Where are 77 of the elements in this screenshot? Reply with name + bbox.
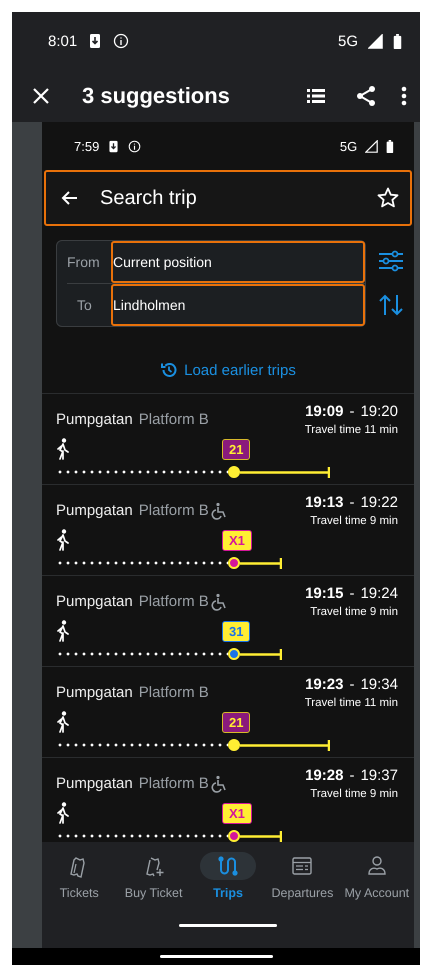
status-time: 7:59 — [74, 138, 100, 154]
travel-time: Travel time 11 min — [304, 697, 398, 709]
walking-icon — [56, 438, 70, 460]
arrival-time: 19:20 — [360, 403, 398, 420]
walking-icon — [56, 711, 70, 733]
share-icon — [354, 84, 378, 108]
nav-tab[interactable]: Buy Ticket — [116, 852, 191, 900]
walking-icon — [56, 620, 70, 642]
departure-time: 19:09 — [305, 403, 344, 420]
walking-icon — [56, 802, 70, 824]
battery-icon — [393, 34, 402, 48]
network-label: 5G — [340, 138, 358, 154]
travel-time: Travel time 9 min — [310, 606, 398, 618]
screen-title: 3 suggestions — [82, 83, 231, 109]
history-icon — [160, 361, 178, 379]
ride-line — [240, 648, 282, 660]
arrival-time: 19:34 — [360, 676, 398, 693]
line-badge: 31 — [222, 620, 250, 642]
trip-row[interactable]: Pumpgatan Platform B 19:23 - 19:34 Travel time 11 min 21 — [42, 667, 414, 758]
route-icon — [216, 854, 240, 878]
nav-tab[interactable]: My Account — [340, 852, 414, 900]
time-separator: - — [349, 767, 354, 784]
status-time: 8:01 — [48, 32, 78, 50]
ride-line — [240, 558, 282, 568]
platform-label: Platform B — [138, 775, 209, 792]
download-icon — [107, 140, 120, 152]
stop-name: Pumpgatan — [56, 775, 133, 792]
travel-time: Travel time 9 min — [310, 515, 398, 527]
time-separator: - — [349, 494, 354, 511]
battery-icon — [386, 140, 394, 152]
more-icon — [401, 85, 407, 107]
trip-row[interactable]: Pumpgatan Platform B 19:13 - 19:22 Travel time 9 min X1 — [42, 485, 414, 576]
stop-name: Pumpgatan — [56, 684, 133, 701]
trip-row[interactable]: Pumpgatan Platform B 19:09 - 19:20 Travel time 11 min 21 — [42, 394, 414, 485]
info-icon — [113, 33, 130, 49]
to-label: To — [76, 297, 93, 313]
platform-label: Platform B — [138, 593, 209, 610]
time-separator: - — [349, 676, 354, 693]
from-field[interactable]: Current position — [111, 241, 365, 283]
to-field[interactable]: Lindholmen — [111, 284, 365, 326]
line-badge: X1 — [222, 802, 252, 824]
signal-icon — [368, 34, 383, 48]
arrival-time: 19:22 — [360, 494, 398, 511]
ride-line — [240, 830, 282, 842]
arrival-time: 19:24 — [360, 585, 398, 602]
stop-name: Pumpgatan — [56, 502, 133, 519]
time-separator: - — [349, 585, 354, 602]
platform-label: Platform B — [138, 502, 209, 519]
from-label: From — [66, 254, 101, 270]
nav-tab[interactable]: Departures — [265, 852, 340, 900]
travel-time: Travel time 11 min — [304, 424, 398, 436]
info-icon — [128, 140, 142, 152]
nav-tab[interactable]: Trips — [190, 852, 266, 900]
platform-label: Platform B — [138, 684, 209, 701]
stop-name: Pumpgatan — [56, 593, 133, 610]
departure-time: 19:28 — [305, 767, 344, 784]
travel-time: Travel time 9 min — [310, 788, 398, 800]
arrival-time: 19:37 — [360, 767, 398, 784]
departure-time: 19:13 — [305, 494, 344, 511]
favorite-button[interactable] — [376, 186, 400, 210]
load-earlier-button[interactable]: Load earlier trips — [160, 361, 296, 379]
line-badge: X1 — [222, 530, 252, 550]
departure-time: 19:23 — [305, 676, 344, 693]
nav-tab[interactable]: Tickets — [42, 852, 116, 900]
line-badge: 21 — [222, 712, 250, 732]
network-label: 5G — [338, 32, 358, 50]
stop-name: Pumpgatan — [56, 411, 133, 428]
time-separator: - — [349, 403, 354, 420]
signal-icon — [365, 140, 378, 152]
trip-row[interactable]: Pumpgatan Platform B 19:15 - 19:24 Travel time 9 min 31 — [42, 576, 414, 667]
filter-button[interactable] — [378, 250, 404, 272]
line-badge: 21 — [222, 438, 250, 460]
departure-time: 19:15 — [305, 585, 344, 602]
swap-button[interactable] — [378, 292, 404, 317]
platform-label: Platform B — [138, 411, 209, 428]
walking-icon — [56, 529, 70, 551]
header-title: Search trip — [100, 186, 198, 210]
